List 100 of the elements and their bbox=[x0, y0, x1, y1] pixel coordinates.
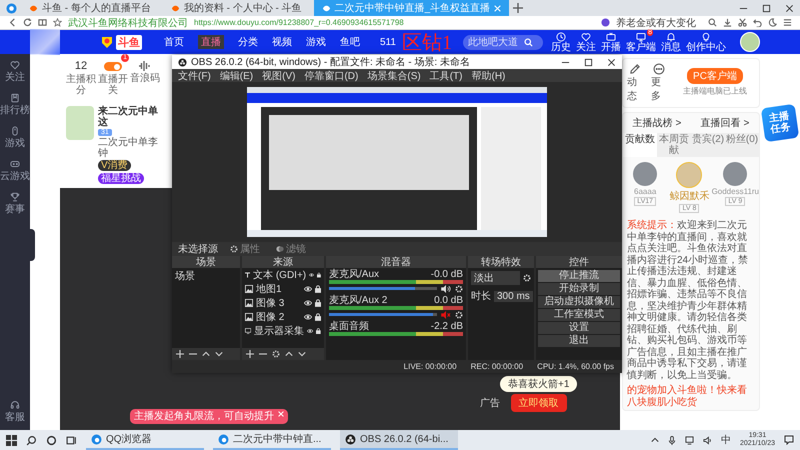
maximize-icon[interactable] bbox=[762, 4, 771, 12]
header-action[interactable]: 消息 bbox=[661, 32, 681, 53]
header-action[interactable]: 创作中心 bbox=[686, 32, 726, 53]
eye-icon[interactable] bbox=[307, 328, 314, 334]
lock-icon[interactable] bbox=[315, 299, 321, 307]
streamer-button[interactable]: V消费 bbox=[98, 160, 131, 171]
source-item[interactable]: 显示器采集 bbox=[242, 324, 324, 338]
lock-icon[interactable] bbox=[317, 271, 321, 279]
menu-item[interactable]: 编辑(E) bbox=[220, 68, 254, 82]
transition-select[interactable]: 淡出 bbox=[471, 271, 520, 285]
search-field[interactable]: 此地吧大道 bbox=[463, 34, 543, 50]
duration-field[interactable]: 300 ms bbox=[494, 290, 533, 302]
eye-icon[interactable] bbox=[304, 286, 312, 292]
up-icon[interactable] bbox=[202, 350, 210, 358]
url-text[interactable]: https://www.douyu.com/91238807_r=0.4690934615571798 bbox=[194, 18, 404, 27]
browser-tab[interactable]: 我的资料 - 个人中心 - 斗鱼 bbox=[162, 0, 310, 16]
lock-icon[interactable] bbox=[315, 285, 321, 293]
gear-icon[interactable] bbox=[455, 310, 463, 318]
toggle-switch[interactable] bbox=[104, 62, 122, 71]
nav-link[interactable]: 鱼吧 bbox=[340, 35, 360, 49]
control-button[interactable]: 工作室模式 bbox=[538, 309, 620, 321]
nav-link[interactable]: 首页 bbox=[164, 35, 184, 49]
refresh-icon[interactable] bbox=[23, 18, 32, 27]
moon-icon[interactable] bbox=[768, 18, 777, 27]
menu-item[interactable]: 场景集合(S) bbox=[367, 68, 421, 82]
close-icon[interactable] bbox=[607, 58, 616, 66]
speaker-icon[interactable] bbox=[441, 284, 451, 292]
circle-icon[interactable] bbox=[46, 434, 57, 446]
taskbar-app[interactable]: OBS 26.0.2 (64-bi... bbox=[340, 430, 458, 450]
menu-item[interactable]: 视图(V) bbox=[262, 68, 296, 82]
notification-icon[interactable] bbox=[784, 435, 794, 445]
search-icon[interactable] bbox=[26, 434, 37, 446]
undo-icon[interactable] bbox=[753, 18, 762, 27]
control-button[interactable]: 设置 bbox=[538, 322, 620, 334]
scene-item[interactable]: 场景 bbox=[172, 268, 240, 284]
nav-link[interactable]: 游戏 bbox=[306, 35, 326, 49]
eye-icon[interactable] bbox=[304, 314, 312, 320]
menu-item[interactable]: 停靠窗口(D) bbox=[304, 68, 358, 82]
nav-link[interactable]: 分类 bbox=[238, 35, 258, 49]
down-icon[interactable] bbox=[215, 350, 223, 358]
search-icon[interactable] bbox=[708, 18, 717, 27]
ranking-tab[interactable]: 贡献数 bbox=[623, 133, 657, 157]
sidebar-item[interactable]: 云游戏 bbox=[0, 159, 30, 183]
control-button[interactable]: 退出 bbox=[538, 335, 620, 347]
plus-icon[interactable] bbox=[176, 350, 184, 358]
sidebar-item[interactable]: 关注 bbox=[0, 60, 30, 84]
lock-icon[interactable] bbox=[315, 313, 321, 321]
taskbar-app[interactable]: QQ浏览器 bbox=[86, 430, 204, 450]
taskbar-app[interactable]: 二次元中带中钟直... bbox=[213, 430, 331, 450]
new-tab-icon[interactable] bbox=[513, 3, 524, 13]
menu-item[interactable]: 帮助(H) bbox=[471, 68, 506, 82]
back-icon[interactable] bbox=[8, 18, 17, 27]
sidebar-item[interactable]: 客服 bbox=[0, 400, 30, 424]
volume-slider[interactable] bbox=[329, 313, 437, 316]
fish-logo-icon[interactable] bbox=[100, 35, 114, 49]
sidebar-item[interactable]: 游戏 bbox=[0, 126, 30, 150]
menu-icon[interactable] bbox=[783, 18, 792, 27]
gear-icon[interactable] bbox=[455, 284, 463, 292]
ranking-tab[interactable]: 贵宾(2) bbox=[691, 133, 725, 157]
control-button[interactable]: 停止推流 bbox=[538, 270, 620, 282]
menu-item[interactable]: 工具(T) bbox=[430, 68, 462, 82]
source-item[interactable]: 文本 (GDI+) bbox=[242, 268, 324, 282]
eye-icon[interactable] bbox=[309, 272, 314, 278]
news-headline[interactable]: 养老金或有大变化 bbox=[616, 16, 696, 30]
input-method[interactable]: 中 bbox=[720, 433, 731, 447]
gear-icon[interactable] bbox=[523, 274, 531, 282]
source-item[interactable]: 图像 3 bbox=[242, 296, 324, 310]
header-action[interactable]: 关注 bbox=[576, 32, 596, 53]
download-icon[interactable] bbox=[723, 18, 732, 27]
source-item[interactable]: 图像 2 bbox=[242, 310, 324, 324]
header-action[interactable]: 开播 bbox=[601, 32, 621, 53]
control-button[interactable]: 开始录制 bbox=[538, 283, 620, 295]
maximize-icon[interactable] bbox=[584, 58, 593, 66]
scissors-icon[interactable] bbox=[738, 18, 747, 27]
streamer-button[interactable]: 福星挑战 bbox=[98, 173, 144, 184]
eye-icon[interactable] bbox=[304, 300, 312, 306]
lock-icon[interactable] bbox=[316, 327, 322, 335]
sidebar-item[interactable]: 排行榜 bbox=[0, 93, 30, 117]
chevron-up-icon[interactable] bbox=[650, 436, 659, 444]
sidebar-item[interactable]: 赛事 bbox=[0, 192, 30, 216]
down-icon[interactable] bbox=[298, 350, 306, 358]
speaker-icon[interactable] bbox=[702, 436, 712, 444]
panel-action[interactable]: 动态 bbox=[627, 63, 643, 103]
header-action[interactable]: 历史 bbox=[551, 32, 571, 53]
up-icon[interactable] bbox=[285, 350, 293, 358]
task-badge[interactable]: 主播任务 bbox=[760, 104, 800, 142]
windows-start-icon[interactable] bbox=[6, 434, 17, 446]
panel-action[interactable]: 更多 bbox=[651, 63, 667, 103]
star-icon[interactable] bbox=[53, 18, 62, 27]
nav-link[interactable]: 直播 bbox=[198, 35, 224, 49]
gear-icon[interactable] bbox=[272, 350, 280, 358]
plus-icon[interactable] bbox=[246, 350, 254, 358]
ranking-link[interactable]: 主播战榜 > bbox=[632, 116, 682, 130]
sidebar-toggle[interactable] bbox=[30, 229, 35, 261]
close-icon[interactable] bbox=[785, 4, 794, 12]
ranking-tab[interactable]: 粉丝(0) bbox=[725, 133, 759, 157]
control-button[interactable]: 启动虚拟摄像机 bbox=[538, 296, 620, 308]
nav-link[interactable]: 视频 bbox=[272, 35, 292, 49]
volume-slider[interactable] bbox=[329, 287, 437, 290]
ranking-link[interactable]: 直播回看 > bbox=[700, 116, 750, 130]
